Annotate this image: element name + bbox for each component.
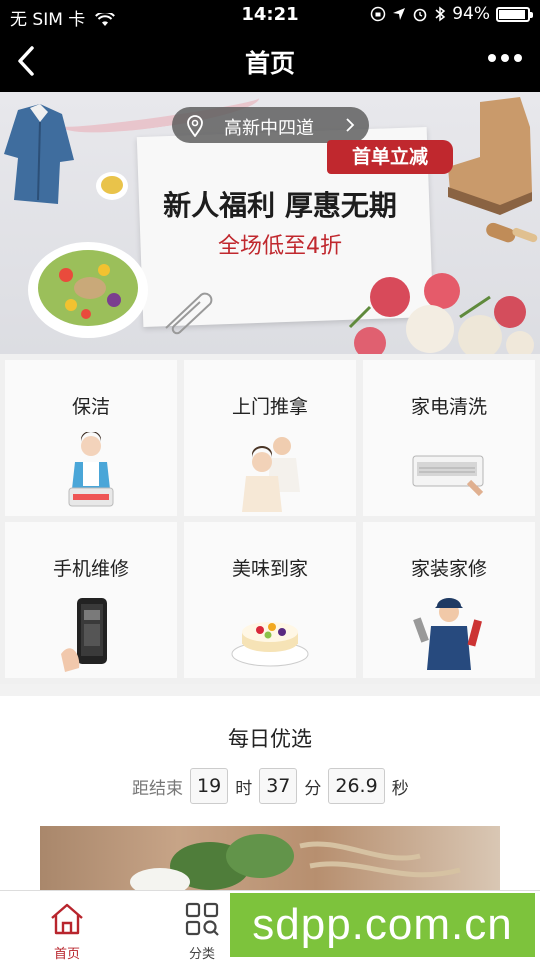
- section-heading: 每日优选: [228, 727, 312, 751]
- service-grid: 保洁 上门推拿 家电清洗 手机维修 美味到家 家装家修: [0, 354, 540, 684]
- product-photo[interactable]: [40, 826, 500, 890]
- paperclip-image: [165, 292, 213, 335]
- bluetooth-icon: [435, 6, 446, 22]
- hours-unit: 时: [235, 778, 253, 799]
- seconds-unit: 秒: [391, 778, 409, 799]
- handyman-photo: [413, 598, 482, 670]
- countdown-minutes: 37: [259, 768, 298, 804]
- service-card-home-repair[interactable]: 家装家修: [363, 522, 535, 678]
- service-label: 家电清洗: [410, 396, 487, 418]
- service-card-cleaning[interactable]: 保洁: [5, 360, 177, 516]
- fruit-cake-photo: [231, 622, 309, 667]
- service-label: 上门推拿: [231, 396, 308, 418]
- massage-photo: [242, 437, 300, 512]
- chevron-right-icon: [346, 118, 355, 132]
- home-icon: [51, 903, 83, 935]
- service-card-massage[interactable]: 上门推拿: [184, 360, 356, 516]
- salad-bowl-image: [28, 242, 148, 338]
- service-card-food-delivery[interactable]: 美味到家: [184, 522, 356, 678]
- category-icon: [185, 902, 219, 936]
- countdown-hours: 19: [190, 768, 229, 804]
- cleaner-photo: [68, 432, 114, 507]
- promo-headline: 新人福利 厚惠无期: [163, 189, 397, 222]
- page-title: 首页: [244, 49, 295, 78]
- service-label: 手机维修: [52, 558, 129, 580]
- brush-image: [486, 222, 538, 243]
- battery-percent: 94%: [452, 4, 490, 24]
- service-label: 保洁: [71, 396, 110, 418]
- location-pin-icon: [187, 115, 203, 137]
- promo-banner[interactable]: 高新中四道 首单立减 新人福利 厚惠无期 全场低至4折: [0, 92, 540, 354]
- service-card-phone-repair[interactable]: 手机维修: [5, 522, 177, 678]
- promo-tag: 首单立减: [327, 140, 453, 174]
- air-conditioner-photo: [412, 455, 484, 497]
- battery-icon: [496, 6, 533, 22]
- denim-shirt-image: [4, 104, 74, 204]
- suede-boot-image: [448, 97, 532, 215]
- minutes-unit: 分: [304, 778, 322, 799]
- location-name: 高新中四道: [224, 118, 314, 139]
- countdown-seconds: 26.9: [328, 768, 385, 804]
- countdown-timer: 距结束 19 时 37 分 26.9 秒: [132, 768, 409, 804]
- flowers-image: [348, 273, 534, 354]
- tab-home[interactable]: 首页: [17, 891, 117, 960]
- more-dot-icon: [501, 54, 509, 62]
- system-indicators: 94%: [370, 4, 533, 24]
- location-arrow-icon: [393, 8, 406, 20]
- service-label: 美味到家: [231, 558, 308, 580]
- tab-label: 首页: [53, 947, 80, 960]
- countdown-prefix: 距结束: [132, 778, 183, 799]
- watermark-logo: sdpp.com.cn: [230, 893, 535, 957]
- battery-level: [499, 9, 526, 19]
- service-card-appliance-cleaning[interactable]: 家电清洗: [363, 360, 535, 516]
- status-bar: 无 SIM 卡 14:21 94%: [0, 0, 540, 30]
- promo-subline: 全场低至4折: [218, 234, 342, 259]
- more-dot-icon: [514, 54, 522, 62]
- more-dot-icon: [488, 54, 496, 62]
- orientation-lock-icon: [370, 6, 386, 22]
- location-selector[interactable]: 高新中四道: [172, 107, 369, 143]
- alarm-icon: [413, 8, 427, 22]
- navigation-bar: 首页: [0, 30, 540, 92]
- daily-picks-section: 每日优选 距结束 19 时 37 分 26.9 秒: [0, 696, 540, 890]
- ginseng-product-image: [130, 834, 461, 890]
- more-menu-button[interactable]: [488, 54, 522, 62]
- phone-repair-photo: [61, 598, 107, 672]
- sauce-cup-image: [96, 172, 128, 200]
- service-label: 家装家修: [410, 558, 487, 580]
